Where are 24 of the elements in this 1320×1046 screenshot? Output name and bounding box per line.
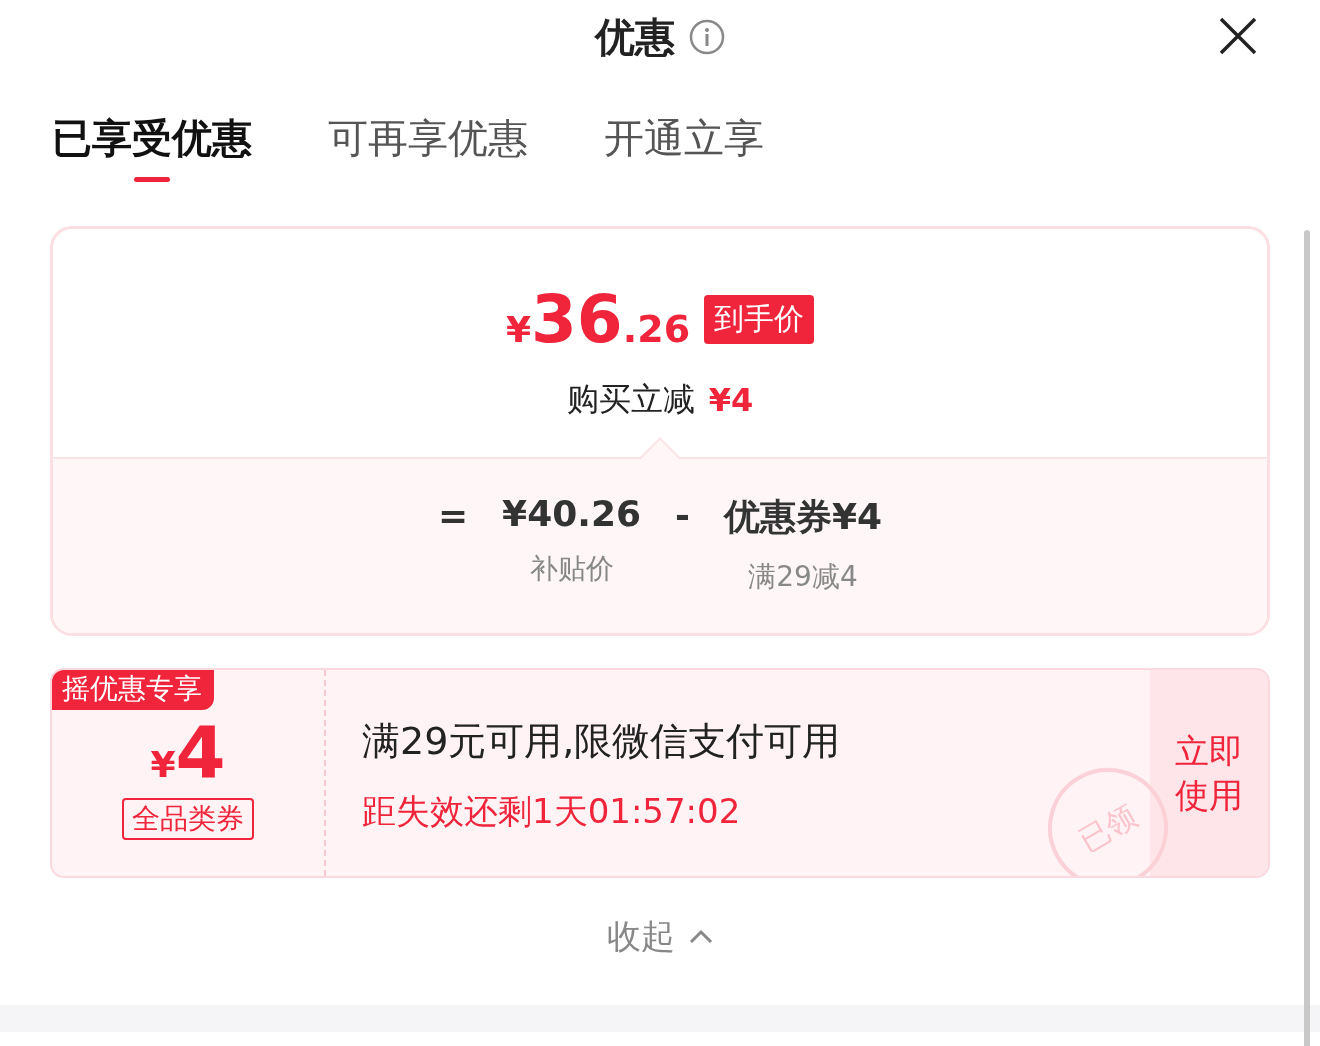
tab[interactable]: 已享受优惠 <box>52 108 252 182</box>
close-button[interactable] <box>1218 16 1258 56</box>
coupon-condition: 满29元可用,限微信支付可用 <box>362 718 841 765</box>
operator-sign: - <box>675 495 690 536</box>
coupon-countdown: 距失效还剩1天01:57:02 <box>362 790 741 833</box>
coupon-category: 全品类券 <box>122 798 254 840</box>
breakdown-value: 优惠券¥4 <box>723 495 883 539</box>
collapse-button[interactable]: 收起 <box>607 914 713 960</box>
discount-value: ¥4 <box>708 381 754 419</box>
page-title: 优惠 <box>595 12 675 62</box>
discount-label: 购买立减 <box>566 379 695 420</box>
tab[interactable]: 开通立享 <box>604 108 764 182</box>
coupon-tag: 摇优惠专享 <box>52 670 214 710</box>
operator-sign: = <box>437 495 469 536</box>
tab[interactable]: 可再享优惠 <box>328 108 528 182</box>
price-badge: 到手价 <box>704 295 815 344</box>
breakdown-label: 补贴价 <box>529 551 614 587</box>
coupon-amount: ¥4 <box>150 710 226 794</box>
breakdown-value: ¥40.26 <box>502 493 641 534</box>
breakdown-label: 满29减4 <box>748 559 858 595</box>
use-now-button[interactable]: 立即使用 <box>1150 670 1268 876</box>
info-icon[interactable] <box>689 19 725 55</box>
final-price: ¥36.26 <box>505 281 691 358</box>
chevron-up-icon <box>689 929 713 945</box>
